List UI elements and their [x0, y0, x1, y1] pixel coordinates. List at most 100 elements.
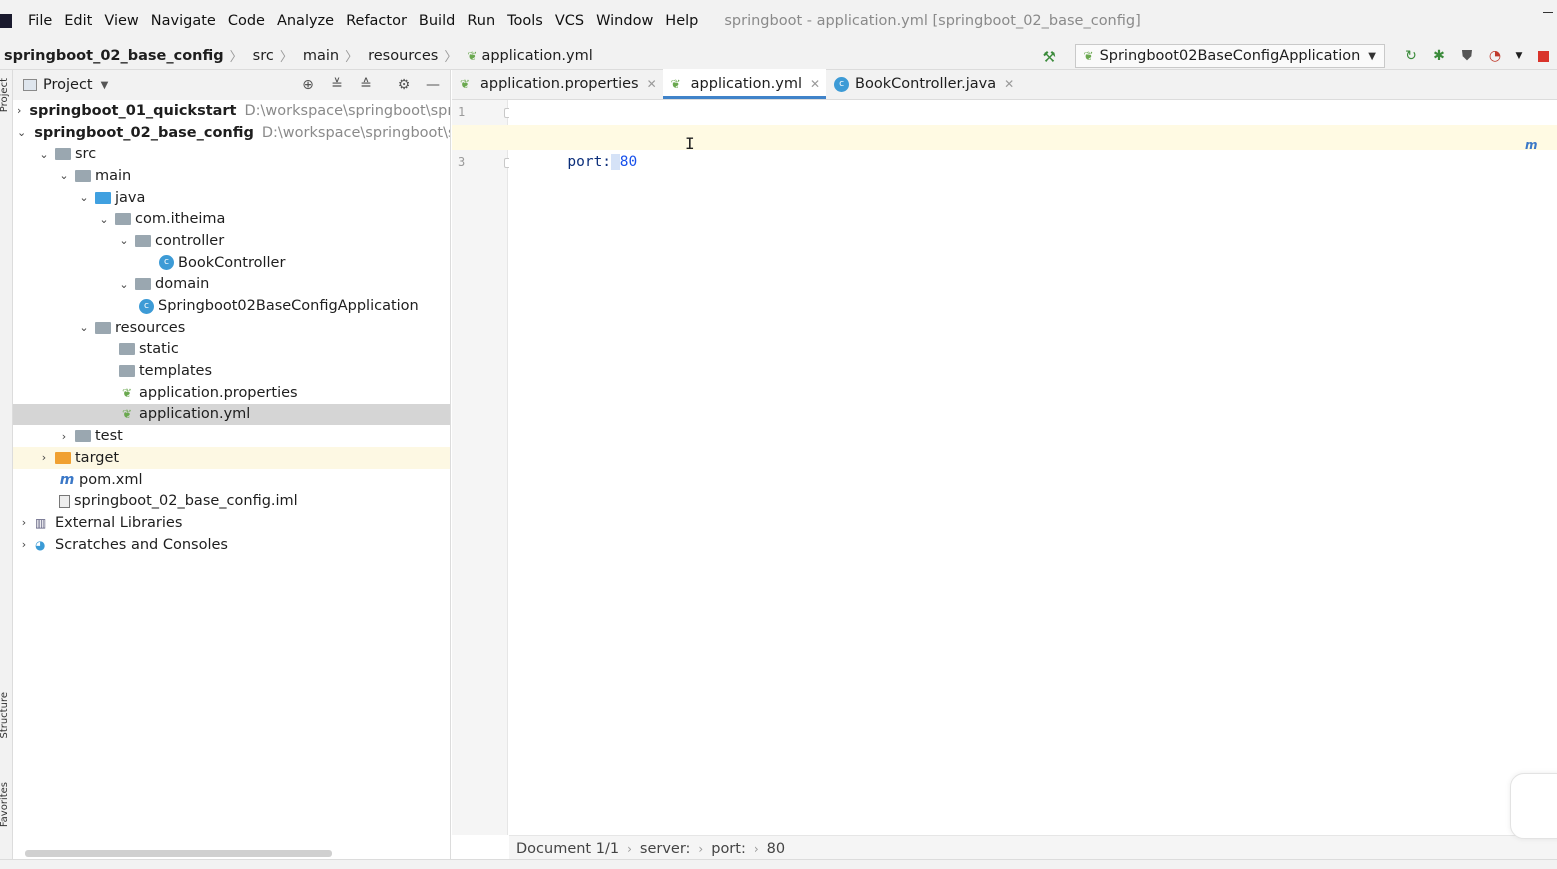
tree-item-test[interactable]: › test — [13, 425, 450, 447]
package-icon — [115, 213, 131, 226]
rerun-icon[interactable]: ↻ — [1402, 47, 1420, 65]
chevron-down-icon[interactable]: ⌄ — [117, 234, 131, 247]
menu-build[interactable]: Build — [413, 13, 461, 29]
close-icon[interactable]: ✕ — [1004, 77, 1014, 91]
menu-window[interactable]: Window — [590, 13, 659, 29]
tree-item-external-libraries[interactable]: › ▥ External Libraries — [13, 512, 450, 534]
editor-crumb-server[interactable]: server: — [640, 841, 691, 857]
tree-item-resources[interactable]: ⌄ resources — [13, 317, 450, 339]
minimize-button[interactable] — [1543, 12, 1553, 13]
menu-edit[interactable]: Edit — [58, 13, 98, 29]
tree-item-bookcontroller[interactable]: c BookController — [13, 252, 450, 274]
breadcrumb-file[interactable]: ❦ application.yml — [463, 48, 592, 64]
debug-bug-icon[interactable]: ✱ — [1430, 47, 1448, 65]
tree-item-label: test — [95, 428, 123, 445]
breadcrumb-src[interactable]: src — [249, 48, 274, 64]
chevron-down-icon[interactable]: ⌄ — [17, 126, 26, 139]
close-icon[interactable]: ✕ — [647, 77, 657, 91]
menu-code[interactable]: Code — [222, 13, 271, 29]
folder-icon — [75, 430, 91, 443]
profile-icon[interactable]: ◔ — [1486, 47, 1504, 65]
breadcrumb-project[interactable]: springboot_02_base_config — [0, 48, 224, 64]
chevron-right-icon[interactable]: › — [17, 538, 31, 551]
gear-icon[interactable]: ⚙ — [395, 76, 413, 94]
menu-file[interactable]: File — [22, 13, 58, 29]
menu-vcs[interactable]: VCS — [549, 13, 590, 29]
chevron-right-icon[interactable]: › — [37, 451, 51, 464]
run-configuration-select[interactable]: ❦ Springboot02BaseConfigApplication ▼ — [1074, 44, 1385, 68]
close-icon[interactable]: ✕ — [810, 77, 820, 91]
chevron-down-icon[interactable]: ▼ — [1514, 47, 1524, 65]
tree-item-springboot-01-quickstart[interactable]: › springboot_01_quickstart D:\workspace\… — [13, 100, 450, 122]
tree-item-label: application.yml — [139, 406, 251, 423]
tree-item-iml-file[interactable]: springboot_02_base_config.iml — [13, 490, 450, 512]
coverage-shield-icon[interactable]: ⛊ — [1458, 47, 1476, 65]
tree-item-com-itheima[interactable]: ⌄ com.itheima — [13, 208, 450, 230]
project-tool-window-tab[interactable]: Project — [0, 78, 10, 112]
spring-leaf-icon: ❦ — [670, 77, 681, 91]
favorites-tool-window-tab[interactable]: Favorites — [0, 782, 10, 827]
tree-item-main[interactable]: ⌄ main — [13, 165, 450, 187]
collapse-all-icon[interactable]: ≙ — [357, 76, 375, 94]
menu-tools[interactable]: Tools — [501, 13, 549, 29]
code-editor[interactable]: server: port: 80 — [452, 100, 1557, 835]
tree-item-templates[interactable]: templates — [13, 360, 450, 382]
tree-item-src[interactable]: ⌄ src — [13, 143, 450, 165]
breadcrumb-file-label: application.yml — [481, 47, 593, 64]
java-class-icon: c — [159, 255, 174, 271]
menu-navigate[interactable]: Navigate — [145, 13, 222, 29]
tree-item-controller[interactable]: ⌄ controller — [13, 230, 450, 252]
menu-view[interactable]: View — [98, 13, 144, 29]
chevron-down-icon[interactable]: ⌄ — [37, 148, 51, 161]
tree-item-application-yml[interactable]: ❦ application.yml — [13, 403, 450, 426]
tree-item-application-properties[interactable]: ❦ application.properties — [13, 382, 450, 404]
chevron-right-icon[interactable]: › — [17, 104, 21, 117]
chevron-right-icon[interactable]: › — [57, 430, 71, 443]
editor-crumb-document[interactable]: Document 1/1 — [516, 841, 619, 857]
tree-item-springboot02baseconfigapplication[interactable]: c Springboot02BaseConfigApplication — [13, 295, 450, 317]
floating-overlay-button[interactable] — [1510, 773, 1557, 839]
hide-panel-icon[interactable]: — — [424, 76, 442, 94]
editor-crumb-value[interactable]: 80 — [767, 841, 785, 857]
chevron-down-icon[interactable]: ⌄ — [77, 321, 91, 334]
breadcrumb-main[interactable]: main — [299, 48, 339, 64]
chevron-down-icon[interactable]: ⌄ — [97, 213, 111, 226]
chevron-down-icon[interactable]: ▼ — [101, 80, 109, 91]
chevron-down-icon[interactable]: ⌄ — [117, 278, 131, 291]
resources-folder-icon — [95, 321, 111, 334]
tree-item-static[interactable]: static — [13, 339, 450, 361]
project-view-select[interactable]: Project — [43, 77, 93, 93]
tree-item-scratches-and-consoles[interactable]: › ◕ Scratches and Consoles — [13, 534, 450, 556]
breadcrumb-resources[interactable]: resources — [364, 48, 438, 64]
spring-leaf-icon: ❦ — [121, 385, 133, 400]
maven-reload-icon[interactable]: m — [1525, 138, 1543, 154]
editor-tabs: ❦ application.properties ✕ ❦ application… — [452, 69, 1557, 100]
chevron-down-icon[interactable]: ⌄ — [77, 191, 91, 204]
chevron-right-icon: 〉 — [345, 50, 359, 65]
build-hammer-icon[interactable]: ⚒ — [1043, 48, 1059, 66]
menu-analyze[interactable]: Analyze — [271, 13, 340, 29]
stop-icon[interactable] — [1534, 47, 1552, 65]
menu-run[interactable]: Run — [461, 13, 501, 29]
tree-item-target[interactable]: › target — [13, 447, 450, 469]
chevron-down-icon[interactable]: ⌄ — [57, 169, 71, 182]
tree-item-java[interactable]: ⌄ java — [13, 187, 450, 209]
package-icon — [135, 278, 151, 291]
chevron-right-icon[interactable]: › — [17, 516, 31, 529]
run-configuration-label: Springboot02BaseConfigApplication — [1099, 48, 1361, 64]
structure-tool-window-tab[interactable]: Structure — [0, 692, 10, 739]
tree-item-pom-xml[interactable]: m pom.xml — [13, 469, 450, 491]
intellij-logo-icon — [0, 14, 12, 28]
editor-crumb-port[interactable]: port: — [711, 841, 746, 857]
tab-bookcontroller-java[interactable]: c BookController.java ✕ — [826, 69, 1020, 99]
tab-application-properties[interactable]: ❦ application.properties ✕ — [452, 69, 663, 99]
expand-all-icon[interactable]: ≚ — [328, 76, 346, 94]
locate-target-icon[interactable]: ⊕ — [299, 76, 317, 94]
menu-help[interactable]: Help — [659, 13, 704, 29]
tree-item-springboot-02-base-config[interactable]: ⌄ springboot_02_base_config D:\workspace… — [13, 122, 450, 144]
horizontal-scrollbar[interactable] — [25, 850, 332, 857]
tree-item-label: src — [75, 146, 97, 163]
tree-item-domain[interactable]: ⌄ domain — [13, 274, 450, 296]
tab-application-yml[interactable]: ❦ application.yml ✕ — [662, 69, 827, 99]
menu-refactor[interactable]: Refactor — [340, 13, 413, 29]
